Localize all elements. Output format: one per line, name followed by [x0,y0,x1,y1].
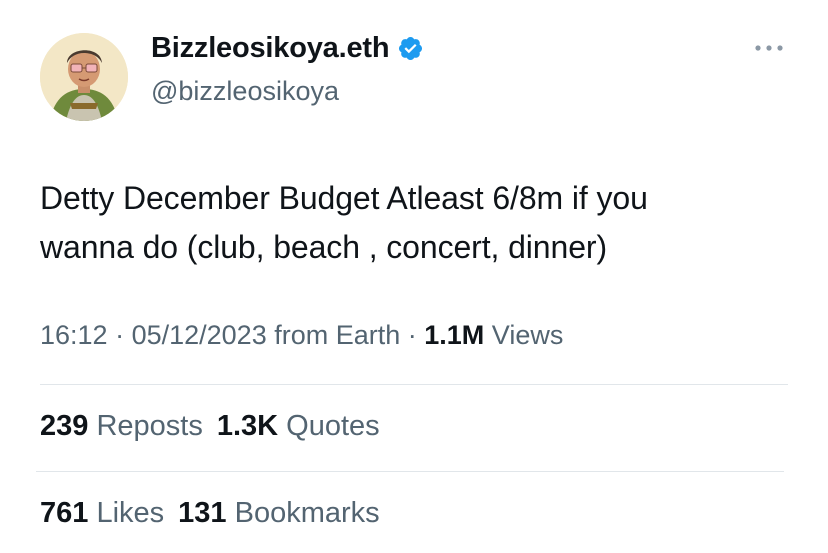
tweet-text-line: wanna do (club, beach , concert, dinner) [40,229,608,265]
tweet-text-line: Detty December Budget Atleast 6/8m if yo… [40,180,648,216]
tweet-meta: 16:12 · 05/12/2023 from Earth · 1.1M Vie… [40,320,563,351]
tweet-text: Detty December Budget Atleast 6/8m if yo… [40,174,800,272]
tweet-time[interactable]: 16:12 [40,320,108,350]
quotes-stat[interactable]: 1.3K Quotes [217,410,380,443]
avatar[interactable] [40,33,128,121]
tweet-source: from Earth [266,320,401,350]
bookmarks-count: 131 [178,497,227,529]
meta-separator: · [107,320,132,350]
reposts-count: 239 [40,410,89,442]
likes-stat[interactable]: 761 Likes [40,497,164,530]
tweet-date[interactable]: 05/12/2023 [132,320,267,350]
author-handle[interactable]: @bizzleosikoya [151,76,339,107]
more-options-icon[interactable] [752,38,786,58]
quotes-label: Quotes [278,410,380,442]
views-label[interactable]: Views [484,320,564,350]
verified-badge-icon[interactable] [397,35,424,62]
likes-label: Likes [88,497,165,529]
reposts-stat[interactable]: 239 Reposts [40,410,203,443]
avatar-illustration [40,33,128,121]
stats-row-engagement: 239 Reposts 1.3K Quotes [40,410,394,443]
reposts-label: Reposts [88,410,203,442]
divider [40,384,788,385]
bookmarks-label: Bookmarks [226,497,380,529]
quotes-count: 1.3K [216,410,279,442]
stats-row-saves: 761 Likes 131 Bookmarks [40,497,394,530]
divider [36,471,784,472]
meta-separator: · [400,320,425,350]
likes-count: 761 [40,497,89,529]
views-count[interactable]: 1.1M [424,320,484,350]
bookmarks-stat[interactable]: 131 Bookmarks [178,497,380,530]
author-display-name[interactable]: Bizzleosikoya.eth [151,32,390,65]
author-name-row: Bizzleosikoya.eth [151,32,424,65]
